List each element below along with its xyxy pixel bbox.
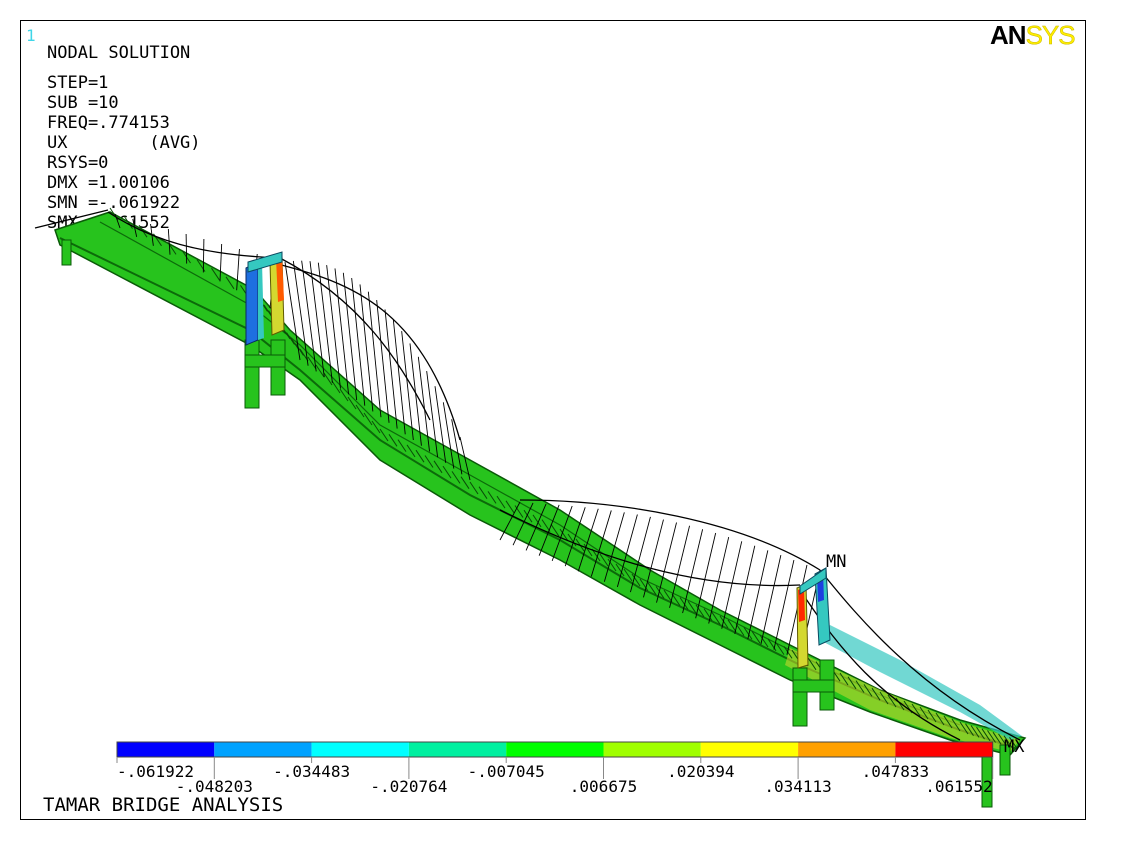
analysis-title: TAMAR BRIDGE ANALYSIS	[43, 794, 284, 816]
legend-swatch	[506, 742, 604, 757]
legend-swatch	[700, 742, 799, 757]
legend-label: .020394	[667, 762, 734, 781]
hanger-line	[185, 233, 188, 264]
legend-label: -.007045	[468, 762, 545, 781]
legend-label: -.034483	[273, 762, 350, 781]
hanger-line	[392, 319, 406, 435]
bridge-model-view: -.061922-.048203-.034483-.020764-.007045…	[34, 207, 1027, 808]
legend-swatch	[895, 742, 993, 757]
hanger-line	[359, 284, 374, 412]
bridge-deck	[54, 211, 1027, 756]
hanger-line	[376, 299, 390, 423]
max-marker-label: MX	[1004, 737, 1025, 757]
hanger-line	[367, 291, 382, 418]
hanger-line	[202, 238, 205, 273]
legend-swatch	[603, 742, 701, 757]
legend-swatch	[117, 742, 215, 757]
legend-swatch	[798, 742, 896, 757]
legend-label: .034113	[764, 777, 831, 796]
legend-swatch	[408, 742, 507, 757]
legend-swatch	[311, 742, 409, 757]
min-marker-label: MN	[826, 552, 847, 572]
legend-label: .006675	[570, 777, 637, 796]
legend-swatch	[214, 742, 312, 757]
legend-label: -.020764	[370, 777, 447, 796]
legend-label: .061552	[925, 777, 992, 796]
legend-label: .047833	[862, 762, 929, 781]
right-tower	[792, 567, 835, 727]
hanger-line	[384, 309, 398, 429]
color-legend: -.061922-.048203-.034483-.020764-.007045…	[116, 741, 994, 796]
